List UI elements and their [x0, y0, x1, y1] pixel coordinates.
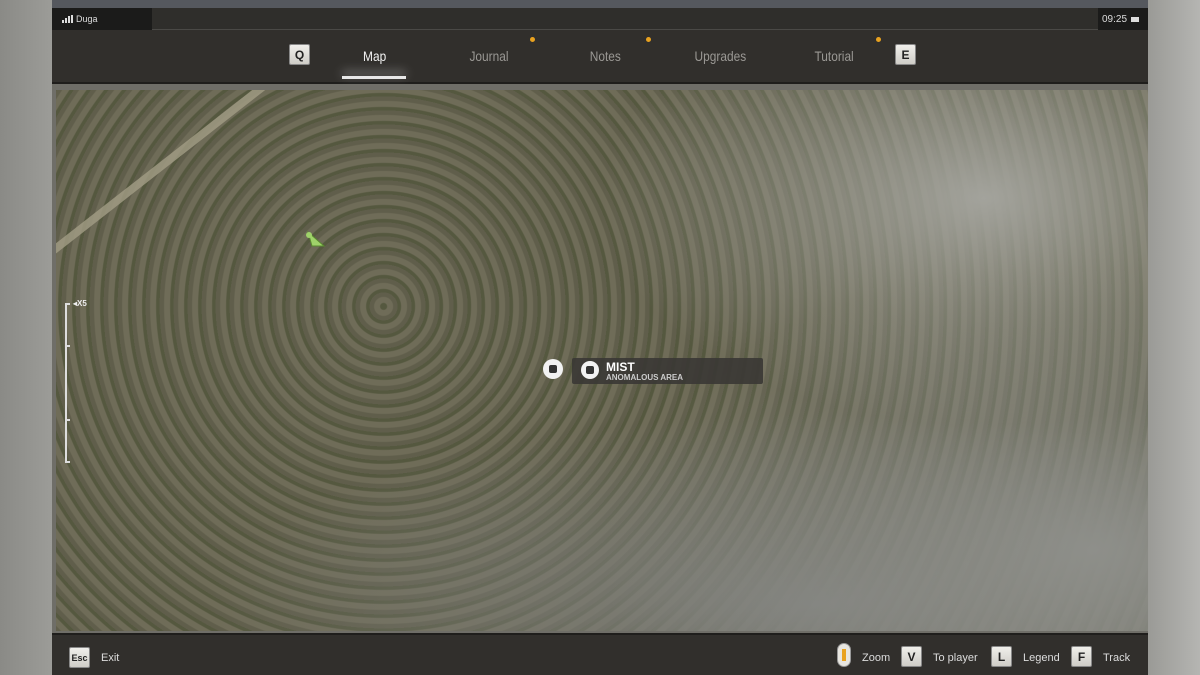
marker-tooltip: MIST ANOMALOUS AREA — [572, 358, 763, 384]
mist-anomaly-marker-icon[interactable] — [543, 359, 563, 379]
carrier-name: Duga — [76, 14, 98, 24]
footer-bar: Esc Exit Zoom V To player L Legend F Tra… — [52, 633, 1148, 675]
notes-notification-dot — [646, 37, 651, 42]
exit-key[interactable]: Esc — [69, 647, 90, 668]
tab-upgrades[interactable]: Upgrades — [695, 48, 747, 64]
top-strip — [52, 0, 1148, 8]
tab-map[interactable]: Map — [363, 48, 386, 64]
player-arrow-icon — [306, 230, 326, 247]
tab-notes[interactable]: Notes — [590, 48, 621, 64]
zoom-level-label: ◂X5 — [73, 299, 87, 308]
mouse-wheel-icon — [837, 643, 851, 667]
zoom-label[interactable]: Zoom — [862, 652, 890, 664]
marker-subtitle: ANOMALOUS AREA — [606, 373, 684, 382]
to-player-label[interactable]: To player — [933, 652, 978, 664]
legend-label[interactable]: Legend — [1023, 652, 1060, 664]
marker-title: MIST — [606, 360, 635, 374]
status-bar: Duga 09:25 — [52, 8, 1148, 30]
tab-tutorial[interactable]: Tutorial — [814, 48, 853, 64]
prev-tab-key[interactable]: Q — [289, 44, 310, 65]
tab-bar: Q Map Journal Notes Upgrades Tutorial E — [52, 30, 1148, 84]
journal-notification-dot — [530, 37, 535, 42]
track-key[interactable]: F — [1071, 646, 1092, 667]
exit-label[interactable]: Exit — [101, 652, 119, 664]
tab-journal[interactable]: Journal — [469, 48, 508, 64]
to-player-key[interactable]: V — [901, 646, 922, 667]
track-label[interactable]: Track — [1103, 652, 1130, 664]
battery-icon — [1131, 16, 1140, 22]
legend-key[interactable]: L — [991, 646, 1012, 667]
zoom-scale[interactable] — [65, 303, 71, 463]
anomaly-icon — [581, 361, 599, 379]
clock: 09:25 — [1102, 13, 1128, 25]
upgrades-notification-dot — [876, 37, 881, 42]
background-right — [1148, 0, 1200, 675]
next-tab-key[interactable]: E — [895, 44, 916, 65]
active-tab-indicator — [342, 76, 406, 79]
signal-icon — [62, 15, 73, 23]
background-left — [0, 0, 52, 675]
